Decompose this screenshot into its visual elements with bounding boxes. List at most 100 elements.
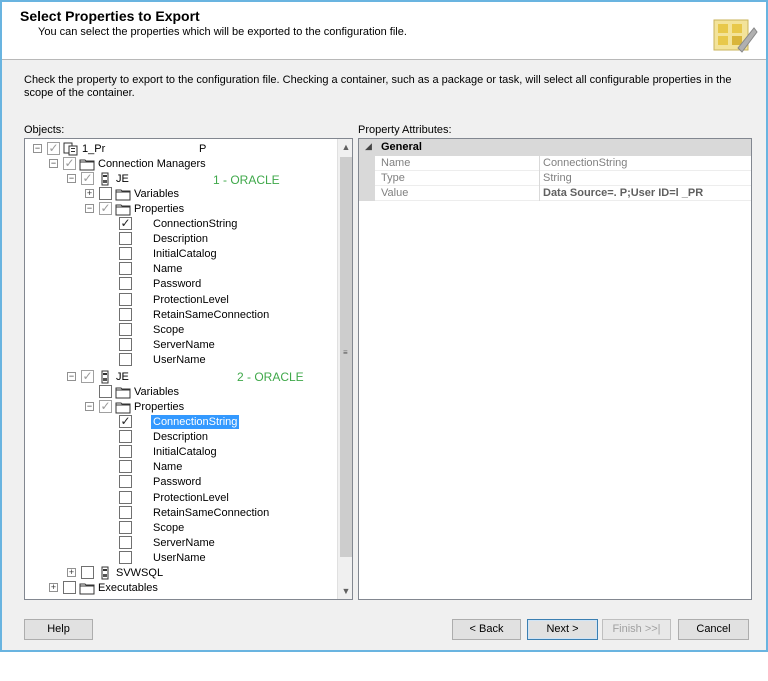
page-subtitle: You can select the properties which will…: [38, 26, 407, 38]
tree-node-properties-2[interactable]: − ✓ Properties: [25, 400, 335, 415]
property-value[interactable]: String: [543, 172, 572, 184]
property-item-conn1[interactable]: Description: [25, 232, 335, 247]
checkbox[interactable]: [119, 535, 132, 549]
property-item-conn2[interactable]: ✓ ConnectionString: [25, 415, 335, 430]
tree-node-label: RetainSameConnection: [153, 506, 270, 519]
checkbox[interactable]: [119, 490, 132, 504]
minus-icon[interactable]: −: [85, 204, 94, 213]
property-margin: [359, 171, 375, 186]
folder-icon: [115, 202, 131, 216]
checkbox[interactable]: ✓: [81, 370, 94, 383]
property-category[interactable]: ◢ General: [359, 139, 751, 156]
tree-node-variables-2[interactable]: Variables: [25, 385, 335, 400]
property-item-conn2[interactable]: InitialCatalog: [25, 445, 335, 460]
property-grid[interactable]: ◢ General Name ConnectionString Type String…: [358, 138, 752, 600]
tree-node-executables[interactable]: + Executables: [25, 581, 335, 596]
tree-scrollbar[interactable]: ▲ ≡ ▼: [337, 139, 352, 599]
property-item-conn1[interactable]: ServerName: [25, 337, 335, 353]
plus-icon[interactable]: +: [67, 568, 76, 577]
checkbox[interactable]: [119, 505, 132, 519]
checkbox[interactable]: [119, 445, 132, 459]
folder-icon: [115, 385, 131, 399]
property-item-conn1[interactable]: Scope: [25, 322, 335, 338]
checkbox[interactable]: ✓: [63, 157, 76, 170]
property-divider: [539, 156, 540, 171]
back-button[interactable]: < Back: [452, 619, 521, 640]
scroll-thumb[interactable]: ≡: [340, 157, 352, 557]
checkbox[interactable]: [119, 277, 132, 291]
checkbox[interactable]: [119, 352, 132, 366]
tree-node-svwsql[interactable]: + SVWSQL: [25, 566, 335, 581]
property-row[interactable]: Name ConnectionString: [359, 156, 751, 171]
checkbox[interactable]: [119, 337, 132, 351]
property-item-conn1[interactable]: InitialCatalog: [25, 247, 335, 262]
property-value[interactable]: ConnectionString: [543, 157, 627, 169]
property-item-conn2[interactable]: ProtectionLevel: [25, 490, 335, 506]
checkbox[interactable]: [81, 566, 94, 579]
tree-node-label: ProtectionLevel: [153, 491, 229, 504]
property-item-conn1[interactable]: UserName: [25, 352, 335, 368]
property-item-conn2[interactable]: RetainSameConnection: [25, 505, 335, 521]
tree-node-properties-1[interactable]: − ✓ Properties: [25, 202, 335, 217]
checkbox[interactable]: [119, 292, 132, 306]
checkbox[interactable]: [99, 385, 112, 398]
checkbox[interactable]: [119, 430, 132, 444]
minus-icon[interactable]: −: [33, 144, 42, 153]
minus-icon[interactable]: −: [49, 159, 58, 168]
scroll-down-icon[interactable]: ▼: [338, 583, 352, 599]
checkbox[interactable]: ✓: [119, 217, 132, 230]
checkbox[interactable]: [119, 520, 132, 534]
finish-button[interactable]: Finish >>|: [602, 619, 671, 640]
cancel-button[interactable]: Cancel: [678, 619, 749, 640]
property-item-conn2[interactable]: UserName: [25, 550, 335, 566]
scroll-up-icon[interactable]: ▲: [338, 139, 352, 155]
property-item-conn2[interactable]: Scope: [25, 520, 335, 536]
plus-icon[interactable]: +: [85, 189, 94, 198]
checkbox[interactable]: ✓: [99, 202, 112, 215]
tree-node-package[interactable]: − ✓ 1_Pr P: [25, 142, 335, 157]
category-name: General: [381, 141, 422, 153]
property-item-conn1[interactable]: ✓ ConnectionString: [25, 217, 335, 232]
checkbox[interactable]: [119, 475, 132, 489]
checkbox[interactable]: ✓: [81, 172, 94, 185]
checkbox[interactable]: ✓: [99, 400, 112, 413]
tree-node-label: Scope: [153, 323, 185, 336]
objects-tree[interactable]: − ✓ 1_Pr P − ✓ Connection Managers − ✓ JE + Variabl…: [24, 138, 353, 600]
tree-node-variables-1[interactable]: + Variables: [25, 187, 335, 202]
checkbox[interactable]: [119, 460, 132, 474]
property-row[interactable]: Type String: [359, 171, 751, 186]
plus-icon[interactable]: +: [49, 583, 58, 592]
tree-node-connection-managers[interactable]: − ✓ Connection Managers: [25, 157, 335, 172]
checkbox[interactable]: [119, 307, 132, 321]
property-item-conn2[interactable]: Name: [25, 460, 335, 475]
property-row[interactable]: Value Data Source=. P;User ID=l _PR: [359, 186, 751, 201]
minus-icon[interactable]: −: [85, 402, 94, 411]
tree-node-label-tail: P: [199, 143, 207, 155]
checkbox[interactable]: [63, 581, 76, 594]
property-item-conn1[interactable]: Name: [25, 262, 335, 277]
property-value[interactable]: Data Source=. P;User ID=l _PR: [543, 187, 703, 199]
checkbox[interactable]: [119, 322, 132, 336]
tree-node-label: Properties: [134, 203, 185, 215]
collapse-triangle-icon[interactable]: ◢: [365, 141, 372, 152]
checkbox[interactable]: [119, 232, 132, 246]
property-item-conn2[interactable]: ServerName: [25, 535, 335, 551]
checkbox[interactable]: [119, 550, 132, 564]
wizard-window: Select Properties to Export You can sele…: [0, 0, 768, 652]
checkbox[interactable]: ✓: [119, 415, 132, 428]
checkbox[interactable]: [119, 262, 132, 276]
checkbox[interactable]: [99, 187, 112, 200]
property-item-conn1[interactable]: RetainSameConnection: [25, 307, 335, 323]
minus-icon[interactable]: −: [67, 372, 76, 381]
property-item-conn2[interactable]: Password: [25, 475, 335, 490]
property-item-conn1[interactable]: Password: [25, 277, 335, 292]
checkbox[interactable]: [119, 247, 132, 261]
checkbox[interactable]: ✓: [47, 142, 60, 155]
minus-icon[interactable]: −: [67, 174, 76, 183]
property-item-conn1[interactable]: ProtectionLevel: [25, 292, 335, 308]
help-button[interactable]: Help: [24, 619, 93, 640]
property-item-conn2[interactable]: Description: [25, 430, 335, 445]
next-button[interactable]: Next >: [527, 619, 598, 640]
tree-node-connection-1[interactable]: − ✓ JE: [25, 172, 335, 187]
checkmark-icon: ✓: [100, 399, 111, 413]
